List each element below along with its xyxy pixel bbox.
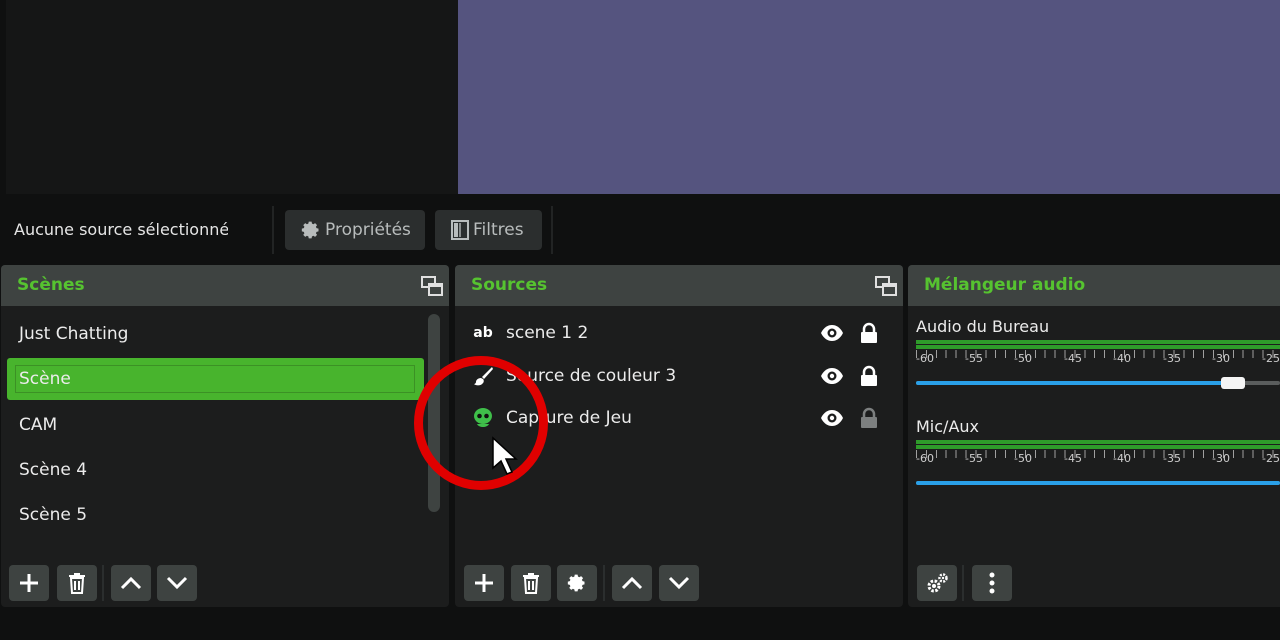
scale-label: -55: [965, 452, 983, 465]
source-properties-button[interactable]: [557, 565, 597, 601]
scene-item[interactable]: Scène 5: [7, 494, 424, 536]
add-source-button[interactable]: [464, 565, 504, 601]
filters-button[interactable]: Filtres: [435, 210, 542, 250]
eye-icon[interactable]: [820, 364, 844, 388]
unlock-icon[interactable]: [859, 407, 879, 429]
add-scene-button[interactable]: [9, 565, 49, 601]
volume-slider-handle[interactable]: [1220, 377, 1245, 389]
undock-icon[interactable]: [875, 275, 897, 297]
source-row[interactable]: ab scene 1 2: [470, 312, 890, 354]
scene-label: CAM: [19, 415, 58, 435]
sources-title: Sources: [471, 275, 548, 295]
advanced-audio-settings-button[interactable]: [917, 565, 957, 601]
volume-slider-fill: [916, 481, 1280, 485]
move-source-down-button[interactable]: [659, 565, 699, 601]
sources-dock-header: Sources: [455, 265, 903, 306]
plus-icon: [20, 574, 38, 592]
scene-label: Scène 5: [19, 505, 88, 525]
properties-button[interactable]: Propriétés: [285, 210, 425, 250]
eye-icon[interactable]: [820, 406, 844, 430]
scale-label: -30: [1212, 352, 1230, 365]
scale-label: -35: [1163, 452, 1181, 465]
filter-icon: [451, 220, 469, 240]
scene-label: Just Chatting: [19, 324, 129, 344]
scene-item[interactable]: CAM: [7, 404, 424, 446]
plus-icon: [475, 574, 493, 592]
divider: [272, 206, 274, 254]
scale-label: -30: [1212, 452, 1230, 465]
move-source-up-button[interactable]: [612, 565, 652, 601]
chevron-down-icon: [668, 576, 690, 590]
move-scene-down-button[interactable]: [157, 565, 197, 601]
properties-label: Propriétés: [325, 220, 411, 240]
lock-icon[interactable]: [859, 322, 879, 344]
chevron-up-icon: [120, 576, 142, 590]
scale-label: -60: [916, 452, 934, 465]
scene-item-selected[interactable]: Scène: [7, 358, 424, 400]
volume-slider[interactable]: [916, 481, 1280, 485]
scene-item[interactable]: Just Chatting: [7, 313, 424, 355]
trash-icon: [523, 573, 539, 594]
divider: [962, 565, 964, 601]
channel-label: Audio du Bureau: [916, 317, 1050, 336]
scenes-dock-header: Scènes: [1, 265, 449, 306]
preview-left-area: [6, 0, 458, 194]
gear-icon: [567, 574, 585, 592]
remove-scene-button[interactable]: [57, 565, 97, 601]
scale-label: -50: [1014, 352, 1032, 365]
scene-item[interactable]: Scène 4: [7, 449, 424, 491]
divider: [603, 565, 605, 601]
scale-label: -25: [1262, 452, 1280, 465]
volume-slider[interactable]: [916, 377, 1280, 389]
meter-scale-labels: -60 -55 -50 -45 -40 -35 -30 -25: [916, 352, 1280, 366]
chevron-up-icon: [621, 576, 643, 590]
scene-label: Scène 4: [19, 460, 88, 480]
lock-icon[interactable]: [859, 365, 879, 387]
scale-label: -25: [1262, 352, 1280, 365]
scale-label: -40: [1113, 352, 1131, 365]
volume-meter: [916, 440, 1280, 449]
mixer-menu-button[interactable]: [972, 565, 1012, 601]
divider: [102, 565, 104, 601]
mouse-cursor-icon: [492, 436, 518, 475]
audio-mixer-dock-header: Mélangeur audio: [908, 265, 1280, 306]
text-icon: ab: [473, 325, 493, 341]
undock-icon[interactable]: [421, 275, 443, 297]
gears-icon: [927, 573, 948, 593]
remove-source-button[interactable]: [511, 565, 551, 601]
scale-label: -35: [1163, 352, 1181, 365]
volume-meter: [916, 340, 1280, 349]
scale-label: -40: [1113, 452, 1131, 465]
source-label: scene 1 2: [506, 323, 589, 343]
scale-label: -55: [965, 352, 983, 365]
kebab-menu-icon: [989, 572, 995, 594]
red-annotation-circle: [414, 356, 548, 490]
no-source-selected-label: Aucune source sélectionné: [14, 220, 228, 239]
divider: [551, 206, 553, 254]
move-scene-up-button[interactable]: [111, 565, 151, 601]
volume-slider-fill: [916, 381, 1233, 385]
channel-label: Mic/Aux: [916, 417, 979, 436]
meter-scale-labels: -60 -55 -50 -45 -40 -35 -30 -25: [916, 452, 1280, 466]
chevron-down-icon: [166, 576, 188, 590]
scale-label: -50: [1014, 452, 1032, 465]
eye-icon[interactable]: [820, 321, 844, 345]
scale-label: -60: [916, 352, 934, 365]
scenes-title: Scènes: [17, 275, 85, 295]
scale-label: -45: [1064, 352, 1082, 365]
audio-mixer-title: Mélangeur audio: [924, 275, 1086, 295]
trash-icon: [69, 573, 85, 594]
scale-label: -45: [1064, 452, 1082, 465]
rename-field-outline: [15, 365, 415, 393]
gear-icon: [301, 221, 319, 239]
filters-label: Filtres: [473, 220, 524, 240]
preview-canvas[interactable]: [458, 0, 1280, 194]
